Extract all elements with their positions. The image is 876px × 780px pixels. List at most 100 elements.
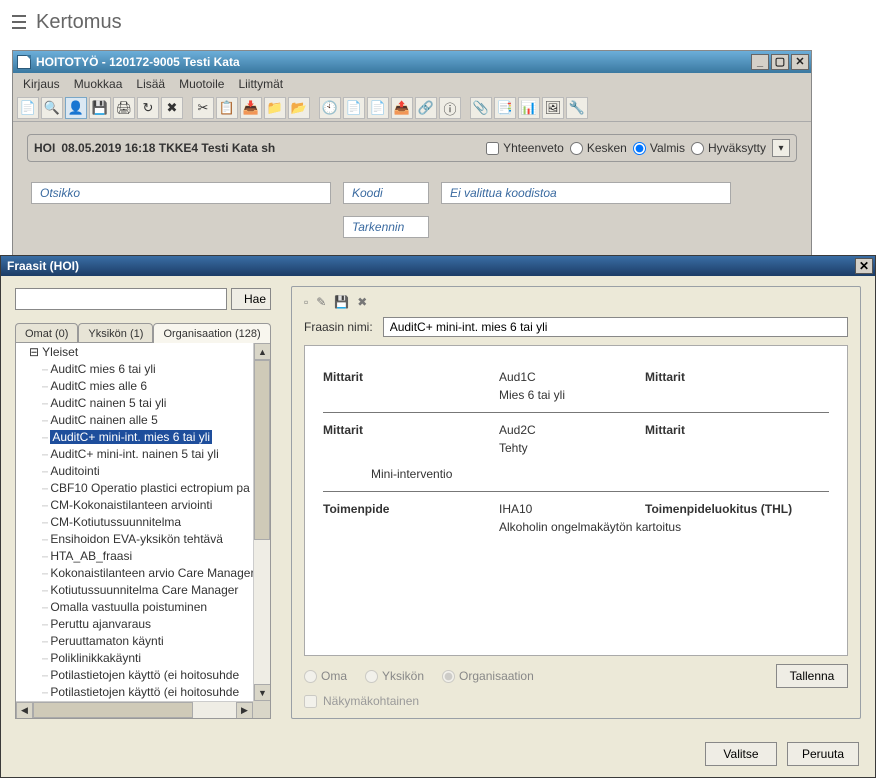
tree-item[interactable]: Poliklinikkakäynti — [41, 650, 253, 667]
scope-oma[interactable]: Oma — [304, 669, 347, 683]
menu-lisaa[interactable]: Lisää — [136, 77, 165, 91]
chevron-down-icon[interactable]: ▾ — [772, 139, 790, 157]
close-button[interactable]: ✕ — [791, 54, 809, 70]
tree-item[interactable]: CBF10 Operatio plastici ectropium pa — [41, 480, 253, 497]
scope-organisaation[interactable]: Organisaation — [442, 669, 534, 683]
phrase-name-input[interactable] — [383, 317, 848, 337]
entry-stamp: 08.05.2019 16:18 TKKE4 Testi Kata sh — [61, 141, 275, 155]
tool-folder1-icon[interactable]: 📁 — [264, 97, 286, 119]
tree-item[interactable]: Auditointi — [41, 463, 253, 480]
tool-delete-icon[interactable]: ✖ — [161, 97, 183, 119]
detail-row: ToimenpideIHA10Toimenpideluokitus (THL)A… — [323, 491, 829, 544]
tool-copy-icon[interactable]: 📋 — [216, 97, 238, 119]
dialog-title: Fraasit (HOI) — [7, 259, 79, 273]
tool-time-icon[interactable]: 🕙 — [319, 97, 341, 119]
save-button[interactable]: Tallenna — [776, 664, 848, 688]
field-tarkennin[interactable]: Tarkennin — [343, 216, 429, 238]
tree-root[interactable]: Yleiset — [42, 345, 78, 359]
document-icon — [17, 55, 31, 69]
detail-row: MittaritAud1CMittaritMies 6 tai yli — [323, 360, 829, 412]
scrollbar-vertical[interactable]: ▲ ▼ — [253, 343, 270, 701]
summary-checkbox[interactable]: Yhteenveto — [486, 141, 564, 155]
dialog-titlebar[interactable]: Fraasit (HOI) ✕ — [1, 256, 875, 276]
maximize-button[interactable]: ▢ — [771, 54, 789, 70]
scroll-right-icon[interactable]: ▶ — [236, 702, 253, 719]
save-icon[interactable]: 💾 — [334, 295, 349, 309]
status-hyvaksytty[interactable]: Hyväksytty — [691, 141, 766, 155]
field-koodi[interactable]: Koodi — [343, 182, 429, 204]
menu-kirjaus[interactable]: Kirjaus — [23, 77, 60, 91]
tool-cut-icon[interactable]: ✂ — [192, 97, 214, 119]
tree-item[interactable]: AuditC mies 6 tai yli — [41, 361, 253, 378]
delete-icon[interactable]: ✖ — [357, 295, 367, 309]
minimize-button[interactable]: _ — [751, 54, 769, 70]
mdi-titlebar[interactable]: HOITOTYÖ - 120172-9005 Testi Kata _ ▢ ✕ — [13, 51, 811, 73]
tree-item[interactable]: Peruuttamaton käynti — [41, 633, 253, 650]
tool-folder2-icon[interactable]: 📂 — [288, 97, 310, 119]
mdi-title: HOITOTYÖ - 120172-9005 Testi Kata — [36, 55, 240, 69]
tool-link-icon[interactable]: 🔗 — [415, 97, 437, 119]
scroll-up-icon[interactable]: ▲ — [254, 343, 271, 360]
tree-item[interactable]: Omalla vastuulla poistuminen — [41, 599, 253, 616]
tool-doc1-icon[interactable]: 📄 — [343, 97, 365, 119]
tree-item[interactable]: AuditC nainen 5 tai yli — [41, 395, 253, 412]
scope-yksikon[interactable]: Yksikön — [365, 669, 424, 683]
tree-item[interactable]: AuditC+ mini-int. nainen 5 tai yli — [41, 446, 253, 463]
edit-icon[interactable]: ✎ — [316, 295, 326, 309]
tool-print-icon[interactable]: 🖨 — [113, 97, 135, 119]
field-koodistoa[interactable]: Ei valittua koodistoa — [441, 182, 731, 204]
scroll-thumb-h[interactable] — [33, 702, 193, 718]
tree-item[interactable]: AuditC mies alle 6 — [41, 378, 253, 395]
tool-user-icon[interactable]: 👤 — [65, 97, 87, 119]
tree-item[interactable]: CM-Kotiutussuunnitelma — [41, 514, 253, 531]
tree-item[interactable]: HTA_AB_fraasi — [41, 548, 253, 565]
close-icon[interactable]: ✕ — [855, 258, 873, 274]
tree-item[interactable]: Ensihoidon EVA-yksikön tehtävä — [41, 531, 253, 548]
tool-save-icon[interactable]: 💾 — [89, 97, 111, 119]
tree-item[interactable]: AuditC+ mini-int. mies 6 tai yli — [41, 429, 253, 446]
view-specific-checkbox: Näkymäkohtainen — [304, 694, 848, 708]
tree-item[interactable]: Potilastietojen käyttö (ei hoitosuhde — [41, 667, 253, 684]
tree-item[interactable]: CM-Kokonaistilanteen arviointi — [41, 497, 253, 514]
field-otsikko[interactable]: Otsikko — [31, 182, 331, 204]
status-kesken[interactable]: Kesken — [570, 141, 627, 155]
tool-misc1-icon[interactable]: 📑 — [494, 97, 516, 119]
tool-new-icon[interactable]: 📄 — [17, 97, 39, 119]
tool-refresh-icon[interactable]: ↻ — [137, 97, 159, 119]
tool-misc3-icon[interactable]: 🖼 — [542, 97, 564, 119]
scroll-left-icon[interactable]: ◀ — [16, 702, 33, 719]
entry-code: HOI — [34, 141, 55, 155]
tree-item[interactable]: Peruttu ajanvaraus — [41, 616, 253, 633]
tree-item[interactable]: Potilastietojen käyttö (ei hoitosuhde — [41, 684, 253, 701]
fraasit-dialog: Fraasit (HOI) ✕ Hae Omat (0)Yksikön (1)O… — [0, 255, 876, 778]
tool-misc4-icon[interactable]: 🔧 — [566, 97, 588, 119]
tool-doc2-icon[interactable]: 📄 — [367, 97, 389, 119]
tree-item[interactable]: Kotiutussuunnitelma Care Manager — [41, 582, 253, 599]
scroll-thumb-v[interactable] — [254, 360, 270, 540]
scroll-down-icon[interactable]: ▼ — [254, 684, 271, 701]
choose-button[interactable]: Valitse — [705, 742, 777, 766]
tool-misc2-icon[interactable]: 📊 — [518, 97, 540, 119]
search-input[interactable] — [15, 288, 227, 310]
name-label: Fraasin nimi: — [304, 320, 373, 334]
cancel-button[interactable]: Peruuta — [787, 742, 859, 766]
tree-item[interactable]: Kokonaistilanteen arvio Care Manager — [41, 565, 253, 582]
tool-export-icon[interactable]: 📤 — [391, 97, 413, 119]
tool-info-icon[interactable]: ⓘ — [439, 97, 461, 119]
tab-2[interactable]: Organisaation (128) — [153, 323, 270, 343]
hamburger-icon[interactable] — [8, 11, 30, 33]
new-icon[interactable]: ▫ — [304, 295, 308, 309]
tool-attach-icon[interactable]: 📎 — [470, 97, 492, 119]
tab-0[interactable]: Omat (0) — [15, 323, 78, 343]
tool-paste-icon[interactable]: 📥 — [240, 97, 262, 119]
tree-item[interactable]: AuditC nainen alle 5 — [41, 412, 253, 429]
tool-search-icon[interactable]: 🔍 — [41, 97, 63, 119]
scrollbar-horizontal[interactable]: ◀ ▶ — [16, 701, 253, 718]
status-valmis[interactable]: Valmis — [633, 141, 685, 155]
menu-muotoile[interactable]: Muotoile — [179, 77, 224, 91]
menu-liittymat[interactable]: Liittymät — [238, 77, 283, 91]
entry-bar: HOI 08.05.2019 16:18 TKKE4 Testi Kata sh… — [27, 134, 797, 162]
search-button[interactable]: Hae — [231, 288, 271, 310]
menu-muokkaa[interactable]: Muokkaa — [74, 77, 123, 91]
tab-1[interactable]: Yksikön (1) — [78, 323, 153, 343]
